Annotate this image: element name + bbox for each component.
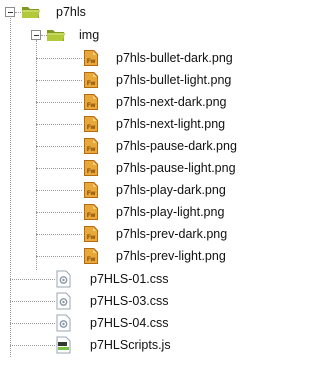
tree-node-label: p7hls-next-light.png [116, 117, 226, 131]
tree-node-label: p7hls-prev-light.png [116, 249, 226, 263]
tree-node-file[interactable]: Fw p7hls-bullet-dark.png [0, 47, 251, 69]
svg-text:Fw: Fw [87, 147, 96, 153]
svg-text:Fw: Fw [87, 125, 96, 131]
fireworks-png-icon: Fw [82, 225, 100, 246]
tree-node-img-folder[interactable]: img [0, 24, 251, 46]
svg-text:Fw: Fw [87, 191, 96, 197]
tree-node-file[interactable]: Fw p7hls-bullet-light.png [0, 69, 251, 91]
tree-node-file[interactable]: p7HLS-03.css [0, 290, 251, 312]
tree-node-label: p7HLS-01.css [90, 272, 169, 286]
fireworks-png-icon: Fw [82, 137, 100, 158]
fireworks-png-icon: Fw [82, 159, 100, 180]
file-tree: p7hls img Fw p7hls-bullet-dark.png Fw p7hls… [0, 0, 251, 369]
tree-node-file[interactable]: p7HLS-04.css [0, 312, 251, 334]
tree-node-label: p7HLS-04.css [90, 316, 169, 330]
tree-node-label: p7hls-play-light.png [116, 205, 225, 219]
fireworks-png-icon: Fw [82, 247, 100, 268]
fireworks-png-icon: Fw [82, 49, 100, 70]
tree-node-file[interactable]: Fw p7hls-next-light.png [0, 113, 251, 135]
tree-node-file[interactable]: Fw p7hls-pause-dark.png [0, 135, 251, 157]
svg-text:Fw: Fw [87, 235, 96, 241]
svg-text:Fw: Fw [87, 257, 96, 263]
fireworks-png-icon: Fw [82, 181, 100, 202]
svg-text:Fw: Fw [87, 169, 96, 175]
tree-node-label: p7HLScripts.js [90, 338, 171, 352]
js-file-icon [56, 336, 72, 357]
svg-text:Fw: Fw [87, 103, 96, 109]
tree-node-label: p7hls [56, 5, 86, 19]
css-file-icon [56, 270, 72, 291]
fireworks-png-icon: Fw [82, 203, 100, 224]
tree-node-label: p7hls-pause-dark.png [116, 139, 237, 153]
tree-node-file[interactable]: Fw p7hls-play-light.png [0, 201, 251, 223]
folder-open-icon [46, 27, 66, 46]
css-file-icon [56, 314, 72, 335]
collapse-toggle-icon[interactable] [31, 30, 41, 40]
svg-text:Fw: Fw [87, 59, 96, 65]
tree-node-file[interactable]: p7HLS-01.css [0, 268, 251, 290]
fireworks-png-icon: Fw [82, 115, 100, 136]
tree-node-label: p7hls-prev-dark.png [116, 227, 228, 241]
tree-node-file[interactable]: Fw p7hls-prev-dark.png [0, 223, 251, 245]
css-file-icon [56, 292, 72, 313]
fireworks-png-icon: Fw [82, 93, 100, 114]
tree-node-label: p7hls-bullet-light.png [116, 73, 232, 87]
svg-text:Fw: Fw [87, 213, 96, 219]
tree-node-file[interactable]: Fw p7hls-prev-light.png [0, 245, 251, 267]
folder-open-icon [21, 4, 41, 23]
tree-node-label: p7HLS-03.css [90, 294, 169, 308]
tree-node-label: p7hls-play-dark.png [116, 183, 226, 197]
tree-node-label: p7hls-pause-light.png [116, 161, 236, 175]
tree-node-file[interactable]: Fw p7hls-play-dark.png [0, 179, 251, 201]
tree-node-file[interactable]: Fw p7hls-pause-light.png [0, 157, 251, 179]
svg-text:Fw: Fw [87, 81, 96, 87]
tree-node-file[interactable]: p7HLScripts.js [0, 334, 251, 356]
tree-node-label: p7hls-bullet-dark.png [116, 51, 233, 65]
fireworks-png-icon: Fw [82, 71, 100, 92]
tree-node-file[interactable]: Fw p7hls-next-dark.png [0, 91, 251, 113]
tree-node-root[interactable]: p7hls [0, 1, 251, 23]
tree-node-label: img [79, 28, 100, 42]
tree-node-label: p7hls-next-dark.png [116, 95, 227, 109]
